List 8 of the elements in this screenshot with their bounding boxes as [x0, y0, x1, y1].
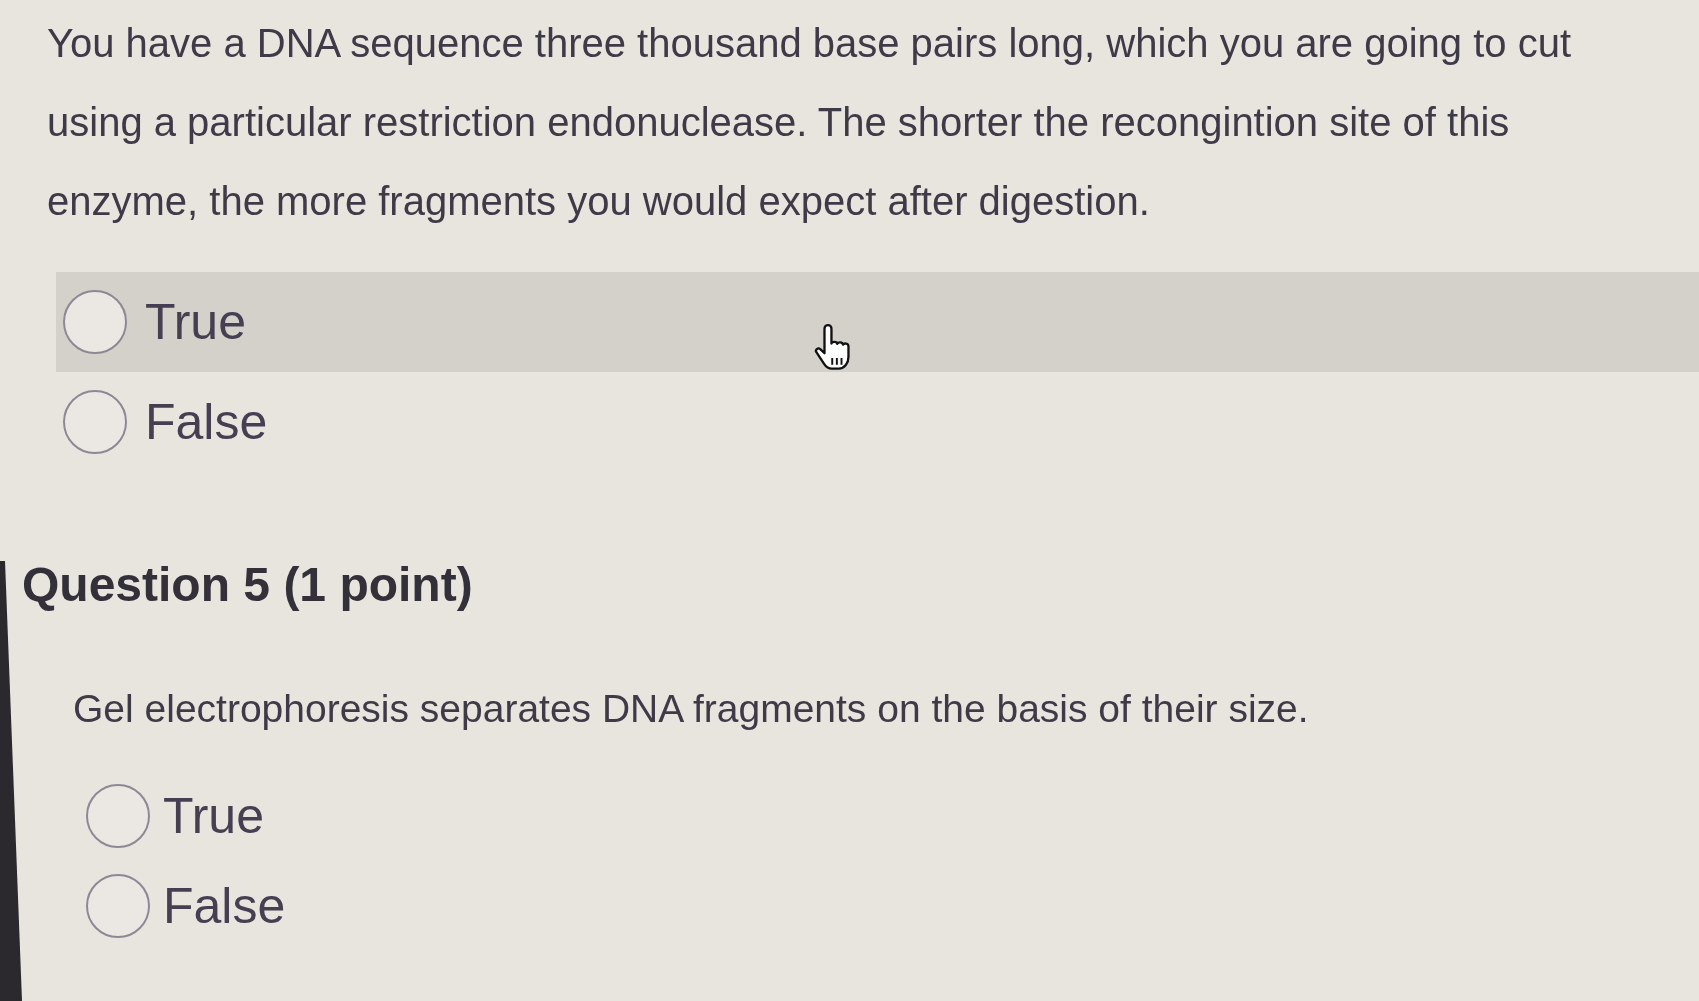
option-label[interactable]: False — [145, 392, 268, 452]
question-text: Gel electrophoresis separates DNA fragments on the basis of their size. — [73, 686, 1310, 732]
question-text: You have a DNA sequence three thousand base pairs long, which you are going to cut using a particular restriction endonuclease. The shorter the recongintion site of this enzyme, the more fragments you would expect after digestion. — [47, 20, 1572, 225]
option-label[interactable]: False — [163, 876, 286, 936]
option-label[interactable]: True — [163, 786, 264, 846]
option-label[interactable]: True — [145, 292, 246, 352]
question-heading: Question 5 (1 point) — [22, 557, 474, 613]
option-row[interactable]: True — [56, 272, 1699, 372]
